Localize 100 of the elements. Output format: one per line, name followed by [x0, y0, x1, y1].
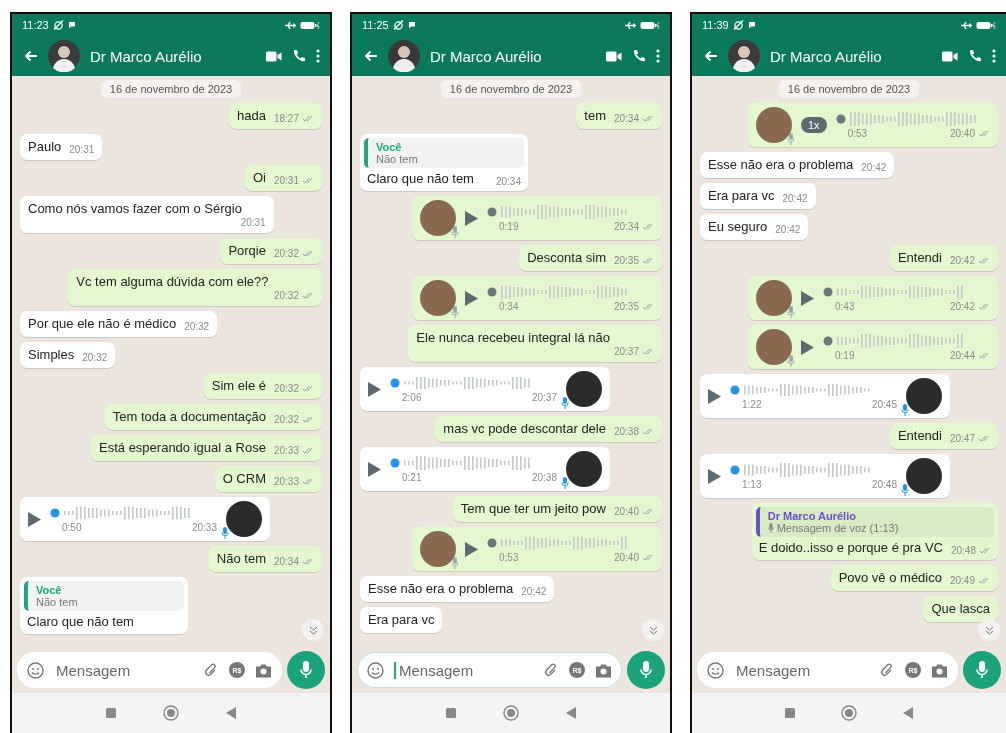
- emoji-icon[interactable]: [27, 661, 44, 679]
- mic-icon: [300, 661, 312, 679]
- waveform-drawing[interactable]: [487, 284, 627, 300]
- back-arrow-icon[interactable]: [364, 50, 378, 62]
- double-check-icon: [302, 250, 314, 257]
- back-arrow-icon[interactable]: [24, 50, 38, 62]
- play-icon[interactable]: [801, 290, 814, 306]
- waveform-drawing[interactable]: [487, 535, 627, 551]
- message-text: E doido..isso e porque é pra VC: [758, 540, 943, 556]
- scroll-down-button[interactable]: [978, 619, 1000, 641]
- contact-name[interactable]: Dr Marco Aurélio: [770, 47, 932, 65]
- contact-avatar[interactable]: [48, 40, 80, 72]
- mic-icon: [451, 306, 459, 318]
- emoji-icon[interactable]: [367, 661, 384, 679]
- quoted-message[interactable]: Dr Marco Aurélio Mensagem de voz (1:13): [755, 507, 994, 537]
- contact-avatar[interactable]: [388, 40, 420, 72]
- quoted-message[interactable]: Você Não tem: [24, 581, 184, 611]
- airplane-icon: [625, 20, 636, 30]
- emoji-icon[interactable]: [707, 661, 724, 679]
- contact-name[interactable]: Dr Marco Aurélio: [90, 47, 256, 65]
- video-call-icon[interactable]: [942, 50, 958, 62]
- waveform-drawing[interactable]: [390, 375, 530, 391]
- message-text: Paulo: [28, 139, 62, 155]
- quoted-message[interactable]: Você Não tem: [364, 138, 524, 168]
- double-check-icon: [302, 447, 314, 454]
- waveform-drawing[interactable]: [390, 455, 530, 471]
- double-check-icon: [978, 303, 990, 310]
- voice-record-button[interactable]: [963, 651, 1001, 689]
- home-icon[interactable]: [841, 705, 857, 721]
- scroll-down-button[interactable]: [302, 619, 324, 641]
- message-time: 20:37: [531, 392, 557, 403]
- play-icon[interactable]: [368, 381, 381, 397]
- play-icon[interactable]: [28, 511, 41, 527]
- play-icon[interactable]: [465, 210, 478, 226]
- menu-icon[interactable]: [316, 49, 320, 63]
- playback-speed-button[interactable]: 1x: [801, 117, 827, 133]
- back-icon[interactable]: [566, 707, 577, 719]
- alarm-off-icon: [732, 20, 744, 30]
- photo-placeholder: [756, 107, 792, 143]
- play-icon[interactable]: [465, 290, 478, 306]
- camera-icon[interactable]: [255, 662, 272, 678]
- message-time: 20:33: [191, 522, 217, 533]
- home-icon[interactable]: [503, 705, 519, 721]
- waveform-drawing[interactable]: [730, 462, 870, 478]
- message-time: 20:32: [273, 290, 299, 301]
- recent-apps-icon[interactable]: [445, 708, 456, 718]
- scroll-down-button[interactable]: [642, 619, 664, 641]
- waveform-drawing[interactable]: [50, 505, 190, 521]
- back-arrow-icon[interactable]: [704, 50, 718, 62]
- message-time: 20:32: [273, 383, 299, 394]
- double-check-icon: [978, 257, 990, 264]
- waveform-drawing[interactable]: [730, 382, 870, 398]
- message-time: 20:32: [273, 248, 299, 259]
- paperclip-icon[interactable]: [543, 662, 559, 678]
- chevrons-down-icon: [308, 625, 318, 635]
- back-icon[interactable]: [226, 707, 237, 719]
- camera-icon[interactable]: [595, 662, 612, 678]
- video-call-icon[interactable]: [266, 50, 282, 62]
- status-time: 11:39: [702, 19, 729, 31]
- camera-icon[interactable]: [931, 662, 948, 678]
- contact-name[interactable]: Dr Marco Aurélio: [430, 47, 596, 65]
- play-icon[interactable]: [801, 339, 814, 355]
- phone-call-icon[interactable]: [292, 49, 306, 63]
- paperclip-icon[interactable]: [879, 662, 895, 678]
- menu-icon[interactable]: [656, 49, 660, 63]
- video-call-icon[interactable]: [606, 50, 622, 62]
- phone-call-icon[interactable]: [968, 49, 982, 63]
- message-text: hada: [237, 108, 266, 124]
- waveform-drawing[interactable]: [823, 333, 963, 349]
- message-time: 20:38: [613, 426, 639, 437]
- message-time: 20:42: [775, 224, 801, 235]
- quoted-text: Mensagem de voz (1:13): [776, 522, 899, 534]
- avatar-photo: [226, 501, 262, 537]
- home-icon[interactable]: [163, 705, 179, 721]
- double-check-icon: [979, 547, 991, 554]
- mic-icon: [787, 306, 795, 318]
- phone-call-icon[interactable]: [632, 49, 646, 63]
- back-icon[interactable]: [903, 707, 913, 719]
- status-time: 11:23: [22, 19, 49, 31]
- voice-record-button[interactable]: [287, 651, 325, 689]
- mic-icon: [787, 355, 795, 367]
- mic-icon: [901, 404, 909, 416]
- play-icon[interactable]: [708, 468, 721, 484]
- play-icon[interactable]: [708, 388, 721, 404]
- paperclip-icon[interactable]: [203, 662, 219, 678]
- menu-icon[interactable]: [992, 49, 996, 63]
- double-check-icon: [302, 385, 314, 392]
- voice-duration: 0:50: [62, 522, 82, 533]
- waveform-drawing[interactable]: [487, 204, 627, 220]
- recent-apps-icon[interactable]: [105, 708, 116, 718]
- message-text: Claro que não tem: [367, 171, 474, 187]
- play-icon[interactable]: [368, 461, 381, 477]
- message-text: Desconta sim: [527, 250, 606, 266]
- contact-avatar[interactable]: [728, 40, 760, 72]
- voice-record-button[interactable]: [627, 651, 665, 689]
- double-check-icon: [302, 416, 314, 423]
- waveform-drawing[interactable]: [835, 111, 976, 127]
- double-check-icon: [642, 303, 654, 310]
- play-icon[interactable]: [465, 541, 478, 557]
- waveform-drawing[interactable]: [823, 284, 963, 300]
